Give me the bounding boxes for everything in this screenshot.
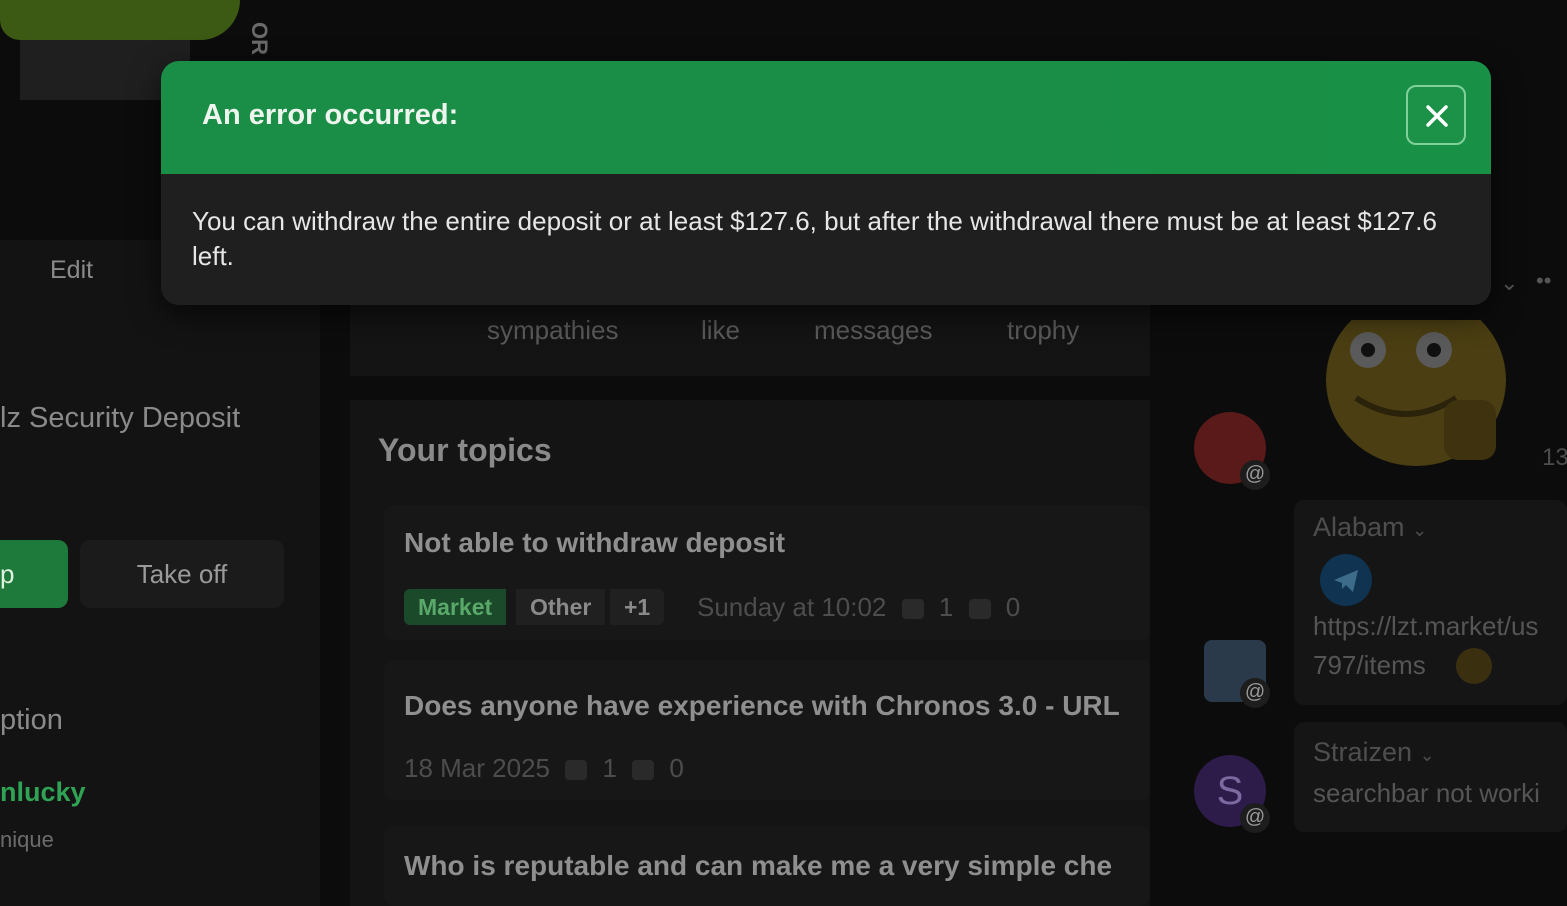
close-button[interactable] xyxy=(1406,85,1466,145)
close-icon xyxy=(1426,105,1448,127)
error-dialog: An error occurred: You can withdraw the … xyxy=(161,61,1491,305)
error-dialog-title: An error occurred: xyxy=(202,99,459,131)
error-dialog-header: An error occurred: xyxy=(161,61,1491,174)
error-message: You can withdraw the entire deposit or a… xyxy=(192,206,1437,271)
